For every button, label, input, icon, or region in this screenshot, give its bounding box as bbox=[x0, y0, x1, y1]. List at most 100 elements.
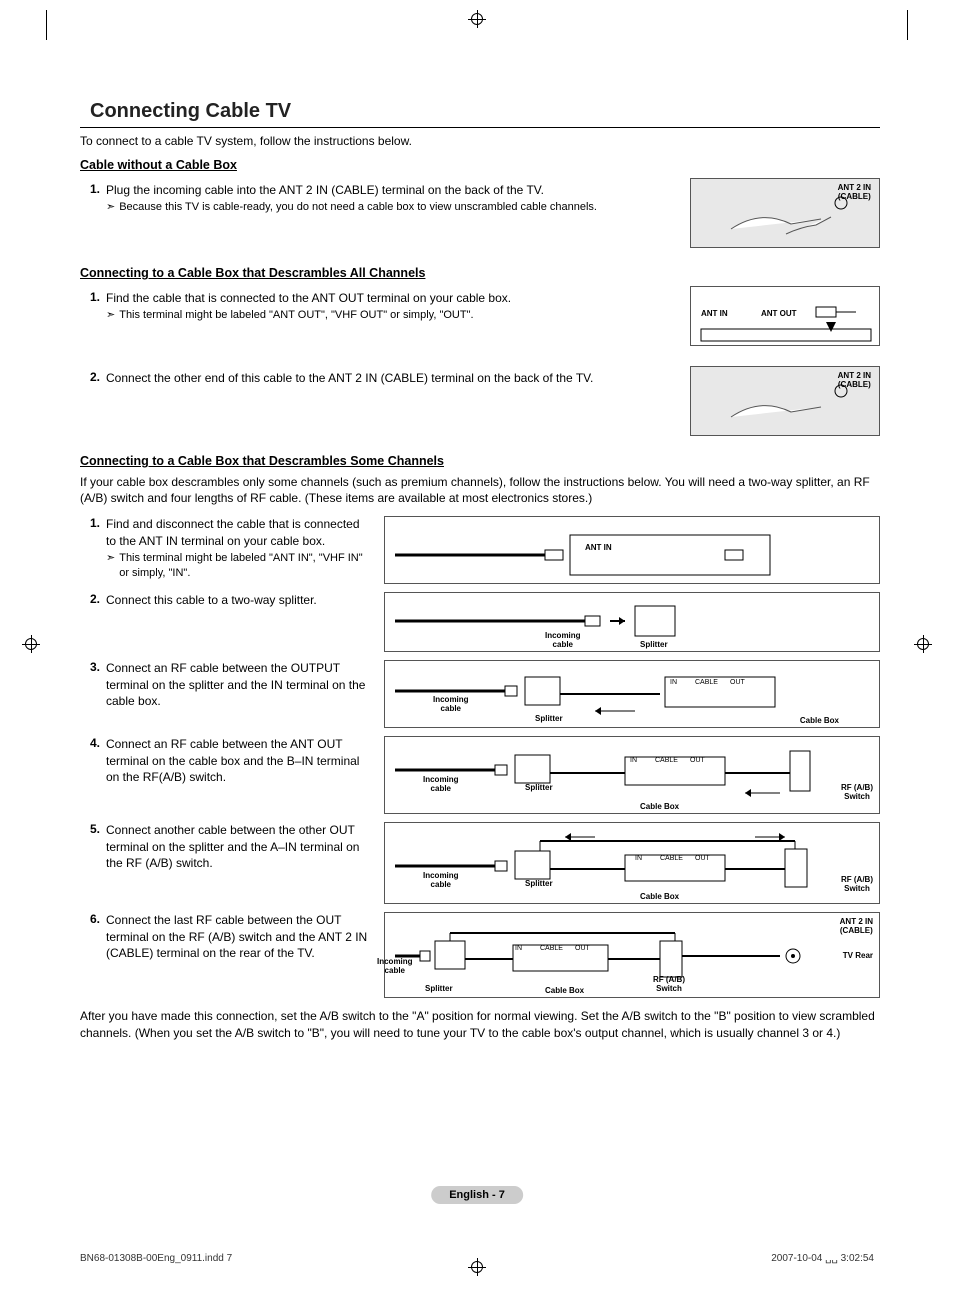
crop-mark-icon bbox=[907, 10, 908, 40]
section-all-channels: Connecting to a Cable Box that Descrambl… bbox=[80, 266, 880, 436]
diagram-label: IN bbox=[635, 855, 642, 862]
diagram-label: CABLE bbox=[655, 757, 678, 764]
diagram-step5: Incoming cable Splitter Cable Box RF (A/… bbox=[384, 822, 880, 904]
diagram-label: TV Rear bbox=[843, 951, 873, 960]
step-number: 2. bbox=[80, 592, 100, 606]
page-title: Connecting Cable TV bbox=[90, 100, 880, 123]
diagram-cable-box: ANT IN ANT OUT bbox=[690, 286, 880, 346]
section-no-box: Cable without a Cable Box 1. Plug the in… bbox=[80, 158, 880, 248]
diagram-label: Splitter bbox=[425, 984, 453, 993]
note-icon: ➣ bbox=[106, 200, 115, 215]
doc-footer-timestamp: 2007-10-04 ␣␣ 3:02:54 bbox=[771, 1253, 874, 1264]
diagram-label: Splitter bbox=[525, 879, 553, 888]
wiring-icon bbox=[395, 921, 869, 997]
step-item: 1. Plug the incoming cable into the ANT … bbox=[80, 182, 676, 215]
step-text: Connect the other end of this cable to t… bbox=[106, 371, 593, 385]
diagram-label: Incoming cable bbox=[377, 957, 413, 975]
registration-mark-icon bbox=[914, 635, 932, 653]
step-item: 2. Connect this cable to a two-way split… bbox=[80, 592, 370, 608]
step-number: 4. bbox=[80, 736, 100, 750]
registration-mark-icon bbox=[468, 1258, 486, 1276]
note-text: Because this TV is cable-ready, you do n… bbox=[119, 200, 597, 215]
wiring-icon bbox=[395, 525, 869, 585]
diagram-label: CABLE bbox=[540, 945, 563, 952]
wiring-icon bbox=[395, 745, 869, 813]
step-item: 3. Connect an RF cable between the OUTPU… bbox=[80, 660, 370, 709]
diagram-label: RF (A/B) Switch bbox=[653, 975, 685, 993]
step-number: 1. bbox=[80, 182, 100, 196]
diagram-label: ANT 2 IN (CABLE) bbox=[838, 371, 871, 389]
divider bbox=[80, 127, 880, 128]
step-text: Find the cable that is connected to the … bbox=[106, 291, 511, 305]
section-heading: Connecting to a Cable Box that Descrambl… bbox=[80, 266, 880, 280]
diagram-label: Splitter bbox=[525, 783, 553, 792]
diagram-label: IN bbox=[515, 945, 522, 952]
note-text: This terminal might be labeled "ANT IN",… bbox=[119, 551, 370, 581]
step-number: 3. bbox=[80, 660, 100, 674]
step-item: 1. Find the cable that is connected to t… bbox=[80, 290, 676, 323]
diagram-label: Incoming cable bbox=[423, 871, 459, 889]
diagram-label: OUT bbox=[730, 679, 745, 686]
diagram-label: CABLE bbox=[695, 679, 718, 686]
note-text: This terminal might be labeled "ANT OUT"… bbox=[119, 308, 473, 323]
step-number: 2. bbox=[80, 370, 100, 384]
note-icon: ➣ bbox=[106, 308, 115, 323]
diagram-label: CABLE bbox=[660, 855, 683, 862]
step-text: Connect another cable between the other … bbox=[106, 823, 359, 869]
step-number: 5. bbox=[80, 822, 100, 836]
step-text: Connect this cable to a two-way splitter… bbox=[106, 593, 317, 607]
note-icon: ➣ bbox=[106, 551, 115, 566]
diagram-label: IN bbox=[670, 679, 677, 686]
wiring-icon bbox=[395, 831, 869, 903]
page-content: Connecting Cable TV To connect to a cabl… bbox=[80, 100, 880, 1059]
diagram-label: Incoming cable bbox=[423, 775, 459, 793]
step-text: Connect an RF cable between the ANT OUT … bbox=[106, 737, 359, 783]
wiring-icon bbox=[395, 601, 869, 649]
diagram-step3: Incoming cable Splitter Cable Box IN CAB… bbox=[384, 660, 880, 728]
cable-box-icon bbox=[691, 287, 881, 347]
diagram-label: OUT bbox=[690, 757, 705, 764]
diagram-step6: Incoming cable Splitter Cable Box RF (A/… bbox=[384, 912, 880, 998]
section-outro: After you have made this connection, set… bbox=[80, 1008, 880, 1040]
diagram-hand-cable: ANT 2 IN (CABLE) bbox=[690, 366, 880, 436]
diagram-label: Incoming cable bbox=[433, 695, 469, 713]
diagram-label: RF (A/B) Switch bbox=[841, 875, 873, 893]
doc-footer-filename: BN68-01308B-00Eng_0911.indd 7 bbox=[80, 1253, 232, 1264]
diagram-label: ANT 2 IN (CABLE) bbox=[838, 183, 871, 201]
intro-text: To connect to a cable TV system, follow … bbox=[80, 134, 880, 148]
crop-mark-icon bbox=[46, 10, 47, 40]
step-text: Find and disconnect the cable that is co… bbox=[106, 517, 360, 547]
diagram-step4: Incoming cable Splitter Cable Box RF (A/… bbox=[384, 736, 880, 814]
step-text: Connect the last RF cable between the OU… bbox=[106, 913, 367, 959]
step-text: Connect an RF cable between the OUTPUT t… bbox=[106, 661, 365, 707]
step-item: 5. Connect another cable between the oth… bbox=[80, 822, 370, 871]
step-item: 6. Connect the last RF cable between the… bbox=[80, 912, 370, 961]
diagram-label: RF (A/B) Switch bbox=[841, 783, 873, 801]
page-number-badge: English - 7 bbox=[431, 1186, 523, 1204]
diagram-step2: Incoming cable Splitter bbox=[384, 592, 880, 652]
diagram-label: Splitter bbox=[535, 714, 563, 723]
section-heading: Cable without a Cable Box bbox=[80, 158, 880, 172]
diagram-hand-cable: ANT 2 IN (CABLE) bbox=[690, 178, 880, 248]
registration-mark-icon bbox=[468, 10, 486, 28]
step-item: 2. Connect the other end of this cable t… bbox=[80, 370, 676, 386]
diagram-label: ANT 2 IN (CABLE) bbox=[840, 917, 873, 935]
diagram-label: IN bbox=[630, 757, 637, 764]
step-number: 6. bbox=[80, 912, 100, 926]
step-number: 1. bbox=[80, 290, 100, 304]
diagram-label: Cable Box bbox=[640, 892, 679, 901]
diagram-label: OUT bbox=[575, 945, 590, 952]
diagram-step1: ANT IN bbox=[384, 516, 880, 584]
step-text: Plug the incoming cable into the ANT 2 I… bbox=[106, 183, 544, 197]
diagram-label: ANT IN bbox=[585, 543, 612, 552]
diagram-label: Cable Box bbox=[800, 716, 839, 725]
diagram-label: OUT bbox=[695, 855, 710, 862]
diagram-label: Splitter bbox=[640, 640, 668, 649]
diagram-label: Cable Box bbox=[545, 986, 584, 995]
registration-mark-icon bbox=[22, 635, 40, 653]
diagram-label: Incoming cable bbox=[545, 631, 581, 649]
section-heading: Connecting to a Cable Box that Descrambl… bbox=[80, 454, 880, 468]
diagram-label: Cable Box bbox=[640, 802, 679, 811]
section-intro: If your cable box descrambles only some … bbox=[80, 474, 880, 506]
step-number: 1. bbox=[80, 516, 100, 530]
